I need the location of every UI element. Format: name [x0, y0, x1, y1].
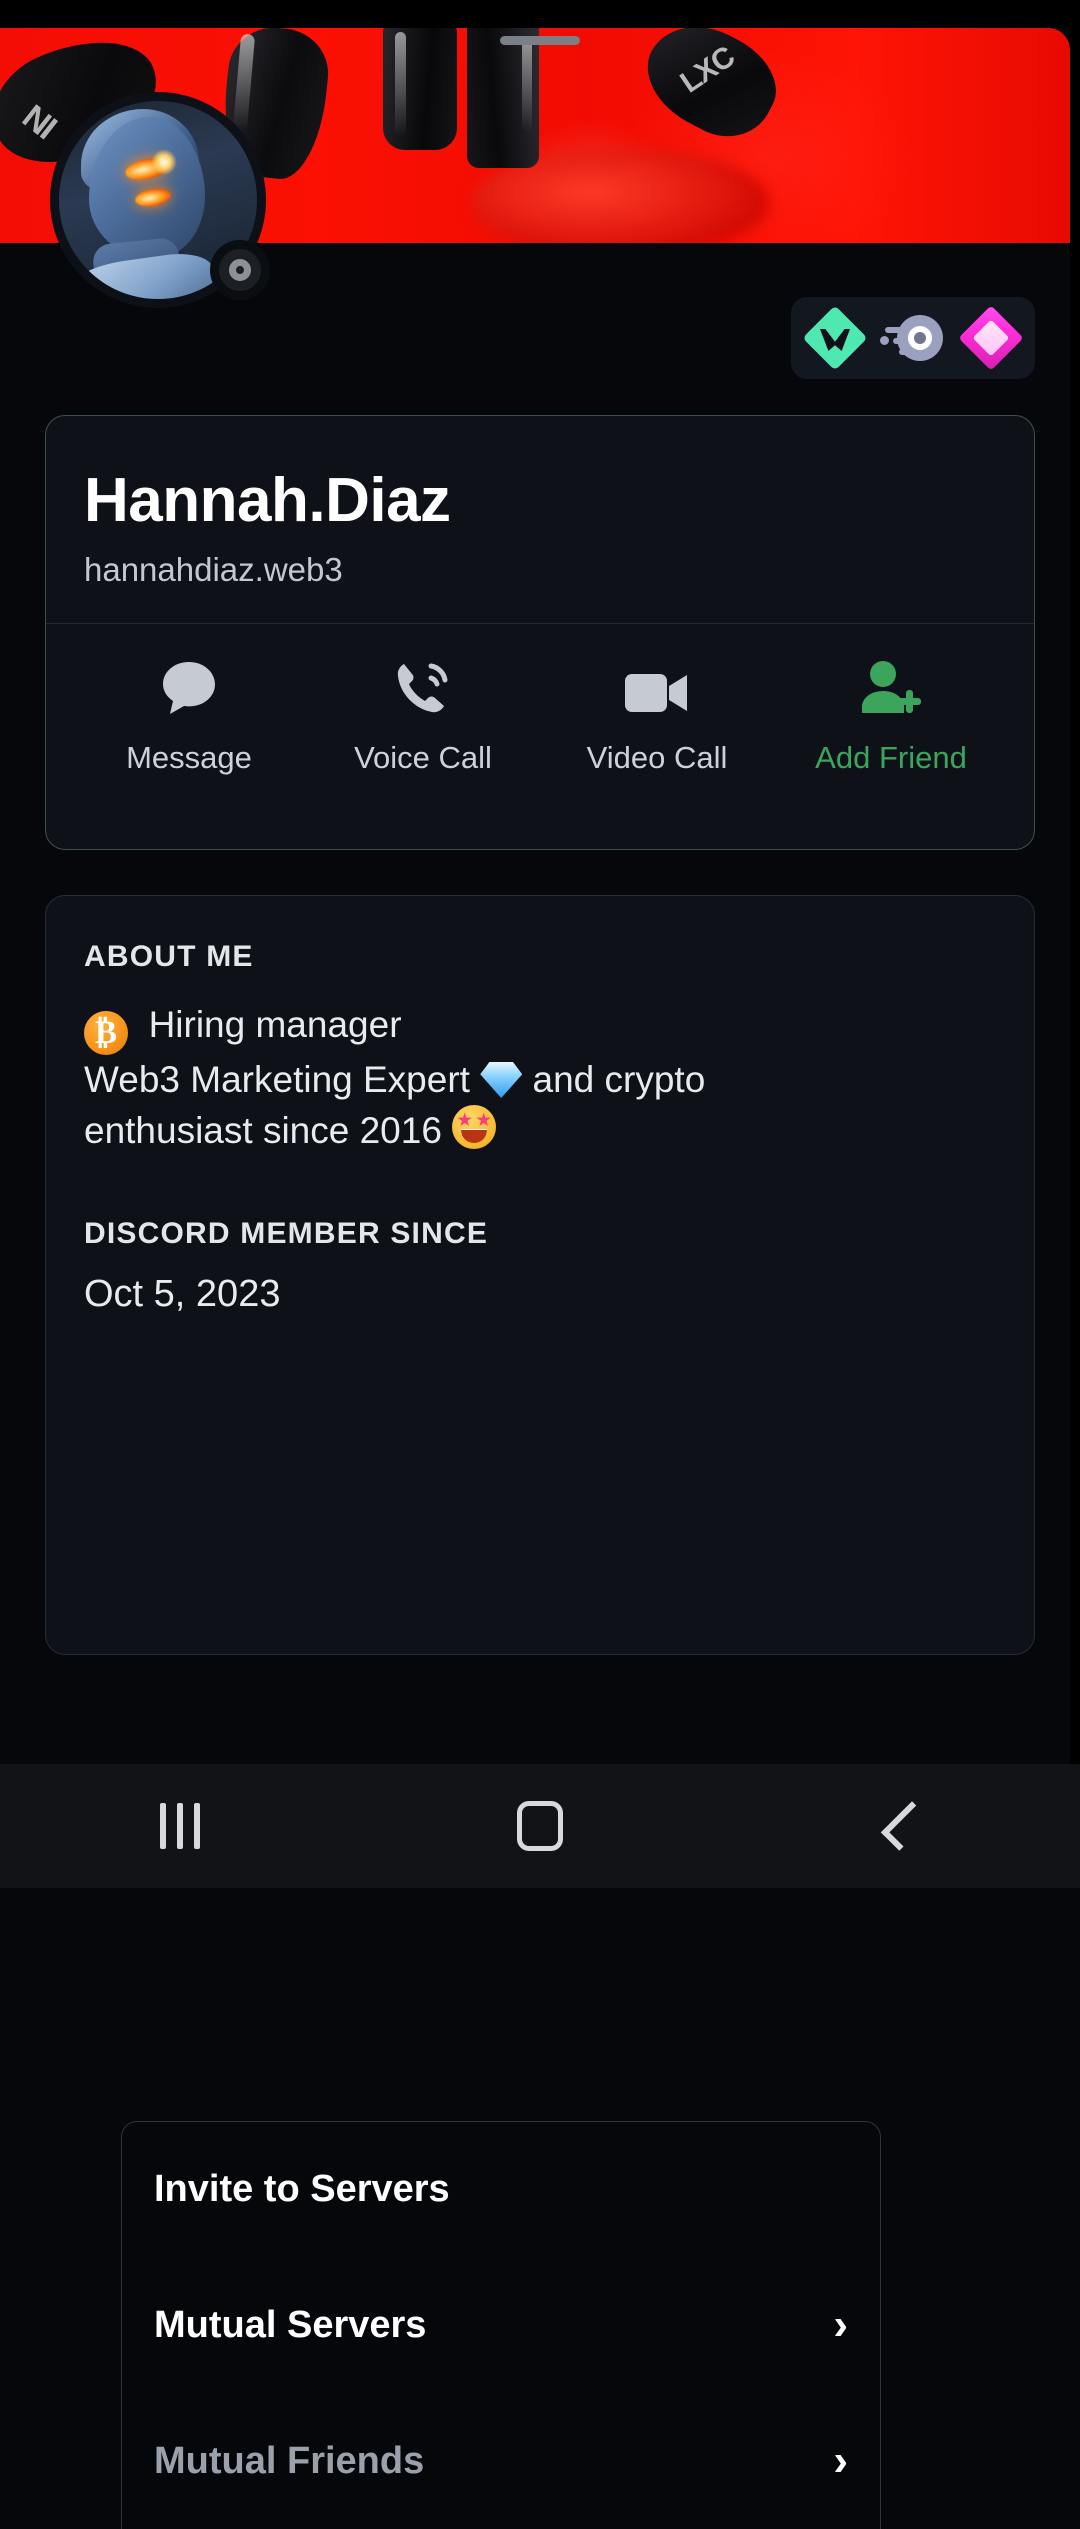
recents-icon [160, 1803, 200, 1849]
list-item-label: Mutual Friends [154, 2439, 425, 2482]
camera-notch-pill [500, 36, 580, 45]
speed-orb-icon[interactable] [880, 308, 943, 368]
status-badge [210, 240, 270, 300]
avatar-spark [151, 149, 177, 175]
profile-badges[interactable] [791, 297, 1035, 379]
bio-text: ₿ Hiring manager Web3 Marketing Expert a… [46, 974, 1034, 1157]
message-icon [157, 658, 221, 718]
android-nav-bar [0, 1764, 1080, 1888]
video-call-label: Video Call [586, 740, 728, 776]
star-struck-emoji [452, 1105, 497, 1150]
banner-gloss-2 [395, 32, 406, 136]
bio-line-1: Hiring manager [148, 1004, 402, 1045]
username-label: hannahdiaz.web3 [84, 551, 343, 589]
add-friend-label: Add Friend [815, 740, 967, 776]
bio-line-3: enthusiast since 2016 [84, 1110, 442, 1152]
profile-card: Hannah.Diaz hannahdiaz.web3 Message Voic… [45, 415, 1035, 850]
mutual-servers-item[interactable]: Mutual Servers › [122, 2257, 880, 2393]
invite-to-servers-item[interactable]: Invite to Servers [122, 2122, 880, 2257]
bitcoin-emoji: ₿ [84, 1011, 128, 1055]
offline-status-icon [229, 259, 251, 281]
back-chevron-icon [880, 1801, 931, 1851]
gem-emoji [480, 1062, 523, 1098]
list-item-label: Invite to Servers [154, 2168, 450, 2210]
banner-object-right: LXC [630, 28, 792, 154]
status-bar-area [0, 0, 1080, 28]
member-since-heading: DISCORD MEMBER SINCE [84, 1216, 489, 1250]
recents-button[interactable] [0, 1803, 360, 1849]
bio-line-2a: Web3 Marketing Expert [84, 1059, 470, 1100]
chevron-right-icon: › [833, 2300, 848, 2349]
list-item-label: Mutual Servers [154, 2303, 427, 2346]
name-block: Hannah.Diaz hannahdiaz.web3 [46, 416, 1034, 623]
profile-options-list: Invite to Servers Mutual Servers › Mutua… [121, 2121, 881, 2529]
message-button[interactable]: Message [72, 658, 306, 776]
banner-gloss-3 [522, 36, 532, 132]
back-button[interactable] [720, 1801, 1080, 1851]
page-title: Hannah.Diaz [84, 466, 451, 535]
add-person-icon [858, 658, 924, 718]
add-friend-button[interactable]: Add Friend [774, 658, 1008, 776]
ethereum-diamond-icon[interactable] [802, 305, 868, 371]
home-button[interactable] [360, 1801, 720, 1851]
avatar[interactable] [50, 92, 270, 308]
action-row: Message Voice Call Video Call Add Friend [46, 624, 1034, 806]
screen-edge [1070, 0, 1080, 1888]
home-icon [517, 1801, 563, 1851]
video-call-button[interactable]: Video Call [540, 658, 774, 776]
phone-call-icon [391, 658, 455, 718]
member-since-date: Oct 5, 2023 [84, 1272, 281, 1315]
bio-line-2b: and crypto [532, 1059, 706, 1100]
message-label: Message [126, 740, 252, 776]
voice-call-button[interactable]: Voice Call [306, 658, 540, 776]
mutual-friends-item[interactable]: Mutual Friends › [122, 2393, 880, 2529]
about-me-heading: ABOUT ME [84, 940, 254, 973]
magenta-gem-icon[interactable] [958, 305, 1024, 371]
video-camera-icon [623, 658, 691, 718]
chevron-right-icon: › [833, 2436, 848, 2485]
voice-call-label: Voice Call [354, 740, 492, 776]
discord-profile-screen: NI LXC Hannah.Diaz hannahdiaz.web3 Messa… [0, 0, 1080, 2529]
about-card: ABOUT ME ₿ Hiring manager Web3 Marketing… [45, 895, 1035, 2529]
